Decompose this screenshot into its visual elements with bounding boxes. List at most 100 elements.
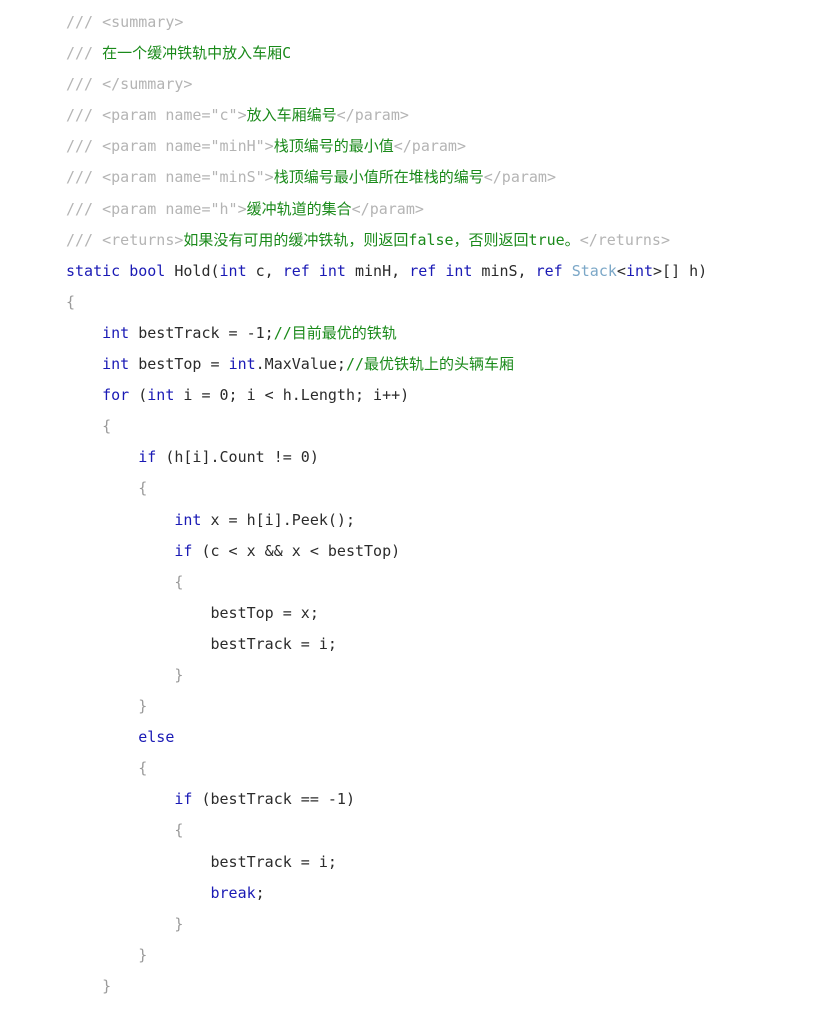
code-line[interactable]: bestTop = x; xyxy=(0,598,840,629)
code-line[interactable]: bestTrack = i; xyxy=(0,847,840,878)
code-token-doctext: 放入车厢编号 xyxy=(246,106,337,125)
code-token-doc: </returns> xyxy=(579,230,670,249)
code-line[interactable]: /// <param name="minS">栈顶编号最小值所在堆栈的编号</p… xyxy=(0,162,840,193)
code-line[interactable]: bestTrack = i; xyxy=(0,629,840,660)
code-token-keyword: int xyxy=(174,510,202,529)
code-line[interactable]: int x = h[i].Peek(); xyxy=(0,505,840,536)
code-token-keyword: int xyxy=(102,355,130,374)
code-line[interactable]: /// <param name="c">放入车厢编号</param> xyxy=(0,100,840,131)
code-line[interactable]: int bestTrack = -1;//目前最优的铁轨 xyxy=(0,318,840,349)
code-line[interactable]: { xyxy=(0,567,840,598)
code-token-keyword: int xyxy=(219,261,247,280)
code-token-plain: x = h[i].Peek(); xyxy=(201,510,355,529)
code-line[interactable]: if (c < x && x < bestTop) xyxy=(0,536,840,567)
code-token-keyword: int xyxy=(445,261,473,280)
code-lines-container: /// <summary>/// 在一个缓冲铁轨中放入车厢C/// </summ… xyxy=(0,7,840,1002)
code-line[interactable]: static bool Hold(int c, ref int minH, re… xyxy=(0,256,840,287)
code-line[interactable]: } xyxy=(0,660,840,691)
code-token-plain: bestTrack = i; xyxy=(210,852,337,871)
code-line[interactable]: { xyxy=(0,473,840,504)
code-line[interactable]: /// 在一个缓冲铁轨中放入车厢C xyxy=(0,38,840,69)
code-line[interactable]: /// <summary> xyxy=(0,7,840,38)
code-token-doc: </param> xyxy=(393,137,466,156)
code-line[interactable]: /// <param name="minH">栈顶编号的最小值</param> xyxy=(0,131,840,162)
code-token-brace: } xyxy=(174,665,184,684)
code-token-doc: /// xyxy=(66,13,103,31)
code-token-comment: //最优铁轨上的头辆车厢 xyxy=(345,355,515,374)
code-token-doc: /// xyxy=(66,44,103,63)
code-token-doctext: 栈顶编号最小值所在堆栈的编号 xyxy=(273,168,484,187)
code-token-keyword: int xyxy=(147,386,175,405)
code-line[interactable]: { xyxy=(0,753,840,784)
code-token-brace: { xyxy=(138,479,148,498)
code-line[interactable]: int bestTop = int.MaxValue;//最优铁轨上的头辆车厢 xyxy=(0,349,840,380)
code-token-brace: { xyxy=(174,821,184,840)
code-token-comment: //目前最优的铁轨 xyxy=(273,323,397,342)
code-line[interactable]: } xyxy=(0,691,840,722)
code-token-plain: c, xyxy=(246,261,283,280)
code-token-keyword: ref xyxy=(409,261,437,280)
code-token-doc: /// xyxy=(66,199,103,218)
code-line[interactable]: /// <returns>如果没有可用的缓冲铁轨，则返回false，否则返回tr… xyxy=(0,225,840,256)
code-line[interactable]: for (int i = 0; i < h.Length; i++) xyxy=(0,380,840,411)
code-line[interactable]: /// </summary> xyxy=(0,69,840,100)
code-token-type: Stack xyxy=(571,261,617,280)
code-token-brace: } xyxy=(138,945,148,964)
code-token-plain: bestTrack = i; xyxy=(210,634,337,653)
code-token-brace: } xyxy=(174,914,184,933)
code-token-keyword: int xyxy=(102,323,130,342)
code-token-doc: <summary> xyxy=(102,13,184,31)
code-line[interactable]: if (h[i].Count != 0) xyxy=(0,442,840,473)
code-line[interactable]: if (bestTrack == -1) xyxy=(0,784,840,815)
code-line[interactable]: { xyxy=(0,411,840,442)
code-token-plain: bestTop = x; xyxy=(210,603,319,622)
code-token-keyword: if xyxy=(138,448,157,467)
code-line[interactable]: /// <param name="h">缓冲轨道的集合</param> xyxy=(0,194,840,225)
code-token-plain: ; xyxy=(255,883,265,902)
code-token-doc: </param> xyxy=(483,168,556,187)
code-line[interactable]: else xyxy=(0,722,840,753)
code-line[interactable]: { xyxy=(0,815,840,846)
code-line[interactable]: } xyxy=(0,940,840,971)
code-token-plain: (bestTrack == -1) xyxy=(192,790,355,809)
code-token-plain: bestTrack = -1; xyxy=(129,323,274,342)
code-token-doc: <param name="minH"> xyxy=(102,137,274,156)
code-token-doc: <param name="c"> xyxy=(102,106,247,125)
code-token-brace: { xyxy=(102,417,112,436)
code-token-doc: <returns> xyxy=(102,230,184,249)
code-token-plain: (c < x && x < bestTop) xyxy=(192,541,401,560)
code-line[interactable]: break; xyxy=(0,878,840,909)
code-line[interactable]: { xyxy=(0,287,840,318)
code-editor-view[interactable]: /// <summary>/// 在一个缓冲铁轨中放入车厢C/// </summ… xyxy=(0,7,840,1010)
code-token-doc: </summary> xyxy=(102,75,193,94)
code-token-keyword: else xyxy=(138,728,175,747)
code-token-doctext: 缓冲轨道的集合 xyxy=(246,199,352,218)
code-token-plain: Hold( xyxy=(165,261,220,280)
code-token-keyword: ref xyxy=(535,261,563,280)
code-token-doc: /// xyxy=(66,230,103,249)
code-line[interactable]: } xyxy=(0,971,840,1002)
code-token-keyword: static xyxy=(66,261,121,280)
code-line[interactable]: } xyxy=(0,909,840,940)
